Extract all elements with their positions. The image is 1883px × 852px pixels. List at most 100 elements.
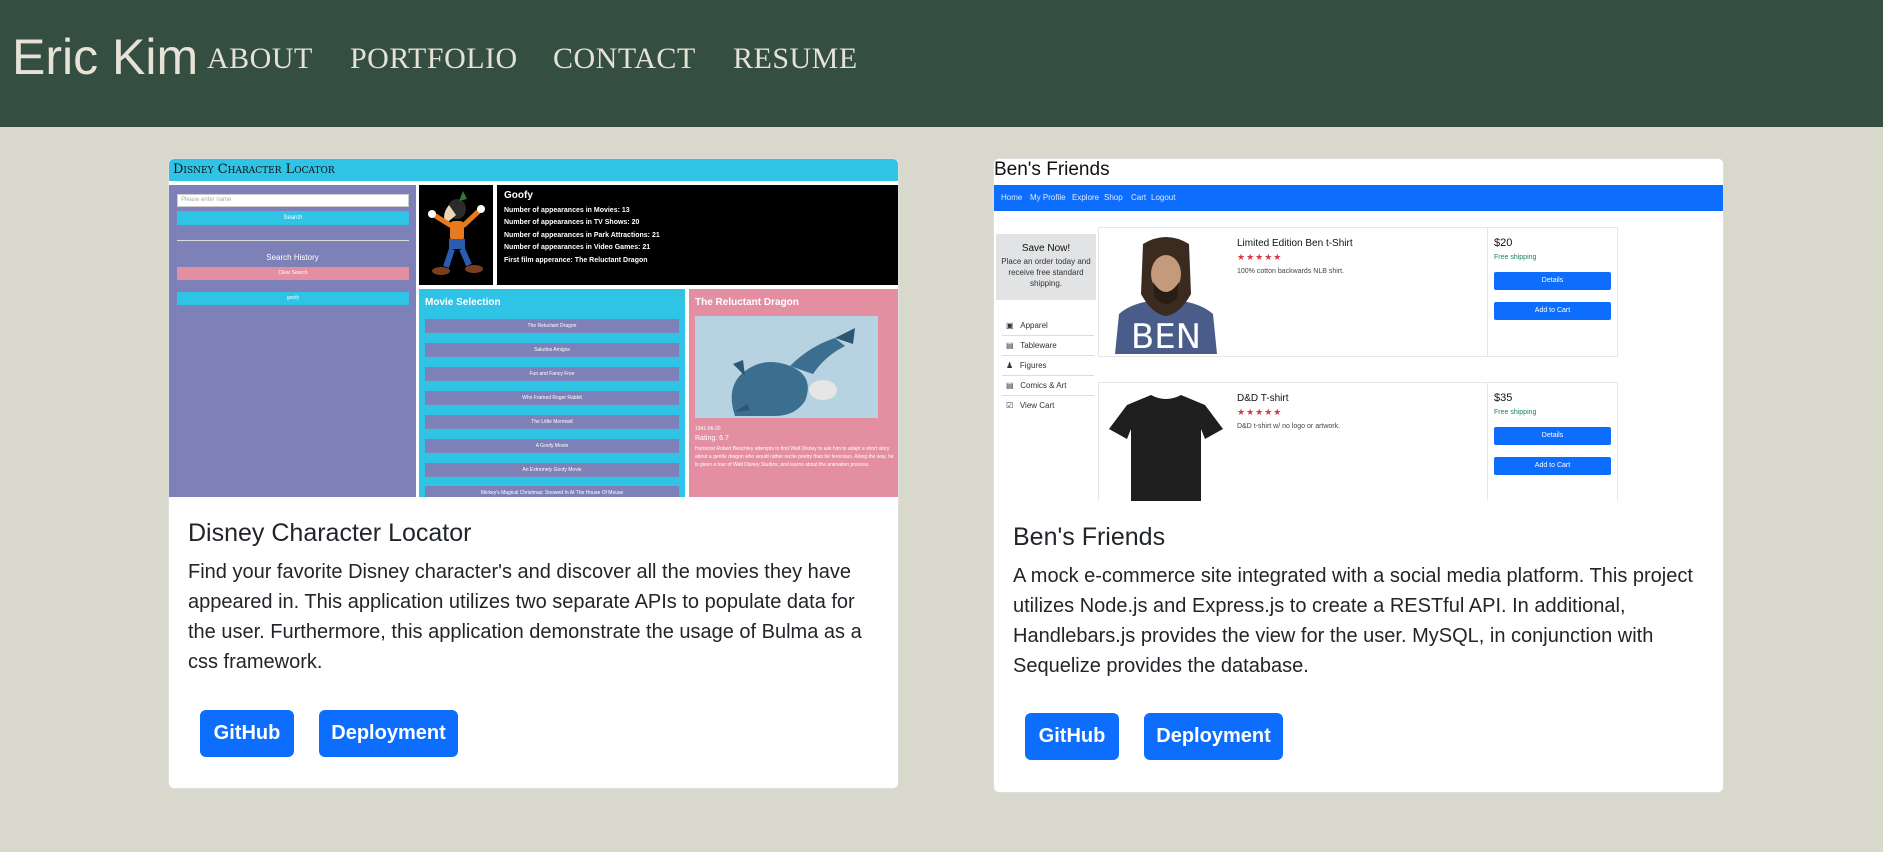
preview-search-button: Search [177, 211, 409, 225]
preview-category-comics: ▤ Comics & Art [1006, 381, 1066, 390]
preview-details-button: Details [1494, 272, 1611, 290]
brand-name[interactable]: Eric Kim [12, 28, 198, 86]
preview-movie-item: The Reluctant Dragon [425, 319, 679, 333]
nav-link-resume[interactable]: RESUME [733, 42, 858, 76]
preview-nav-item: My Profile [1030, 193, 1066, 202]
preview-add-to-cart-button: Add to Cart [1494, 457, 1611, 475]
preview-nav-item: Explore [1072, 193, 1100, 202]
preview-category-label: Apparel [1020, 321, 1048, 330]
preview-details-button: Details [1494, 427, 1611, 445]
preview-product-shipping: Free shipping [1494, 409, 1537, 416]
preview-clear-button: Clear Search [177, 267, 409, 280]
preview-site-nav: Home My Profile Explore Shop Cart Logout [994, 185, 1723, 211]
preview-movie-item: Who Framed Roger Rabbit [425, 391, 679, 405]
deployment-button[interactable]: Deployment [319, 710, 458, 757]
preview-promo-text: Place an order today and receive free st… [1001, 257, 1091, 288]
preview-character-name: Goofy [504, 190, 533, 201]
project-description: Find your favorite Disney character's an… [188, 561, 862, 673]
plate-icon: ▤ [1006, 341, 1021, 350]
project-card-disney: Disney Character Locator Please enter na… [168, 158, 899, 789]
preview-category-label: Comics & Art [1020, 381, 1067, 390]
preview-movie-synopsis: Humorist Robert Benchley attempts to fin… [695, 446, 894, 468]
figure-icon: ♟ [1006, 361, 1020, 370]
preview-movie-item: An Extremely Goofy Movie [425, 463, 679, 477]
preview-movie-selection-title: Movie Selection [425, 297, 501, 308]
preview-movie-item: The Little Mermaid [425, 415, 679, 429]
project-title: Disney Character Locator [188, 519, 472, 547]
preview-product-image: BEN [1105, 234, 1227, 354]
preview-stat: First film apperance: The Reluctant Drag… [504, 256, 648, 264]
preview-movie-detail-text: 1941-06-20 Rating: 6.7 Humorist Robert B… [695, 425, 895, 469]
preview-promo-title: Save Now! [1021, 243, 1071, 254]
preview-product-card: BEN Limited Edition Ben t-Shirt ★★★★★ 10… [1098, 227, 1618, 357]
preview-character-image [419, 185, 493, 285]
preview-nav-item: Shop [1104, 193, 1123, 202]
preview-site-title: Ben's Friends [994, 159, 1110, 180]
nav-link-portfolio[interactable]: PORTFOLIO [350, 42, 518, 76]
preview-stat: Number of appearances in Movies: 13 [504, 206, 630, 214]
preview-price-column: $35 Free shipping Details Add to Cart [1487, 383, 1618, 501]
dragon-illustration-icon [695, 316, 878, 418]
project-description: A mock e-commerce site integrated with a… [1013, 565, 1693, 677]
preview-app-title: Disney Character Locator [173, 162, 335, 177]
preview-movie-item: A Goofy Movie [425, 439, 679, 453]
preview-nav-item: Cart [1131, 193, 1147, 202]
preview-stat: Number of appearances in TV Shows: 20 [504, 219, 640, 226]
preview-app-header: Disney Character Locator [169, 159, 898, 181]
project-title: Ben's Friends [1013, 523, 1166, 551]
preview-stat: Number of appearances in Park Attraction… [504, 231, 660, 239]
preview-product-stars: ★★★★★ [1237, 407, 1283, 417]
ben-shirt-icon: BEN [1105, 234, 1227, 354]
preview-movie-date: 1941-06-20 [695, 426, 721, 432]
preview-movie-item: Saludos Amigos [425, 343, 679, 357]
preview-movie-rating: Rating: 6.7 [695, 435, 729, 442]
preview-search-history-label: Search History [266, 253, 319, 262]
black-tshirt-icon [1105, 389, 1227, 501]
deployment-button[interactable]: Deployment [1144, 713, 1283, 760]
preview-stat: Number of appearances in Video Games: 21 [504, 244, 651, 251]
cart-icon: ☑ [1006, 401, 1020, 410]
preview-movie-selection: Movie Selection The Reluctant Dragon Sal… [419, 289, 685, 497]
preview-category-label: Tableware [1020, 341, 1057, 350]
preview-product-name: D&D T-shirt [1237, 393, 1289, 404]
preview-nav-item: Home [1001, 193, 1023, 202]
preview-product-image [1105, 389, 1227, 501]
preview-product-shipping: Free shipping [1494, 254, 1537, 261]
nav-link-contact[interactable]: CONTACT [553, 42, 696, 76]
preview-product-price: $20 [1494, 237, 1513, 249]
project-screenshot-bens-friends: Ben's Friends Home My Profile Explore Sh… [994, 159, 1723, 501]
preview-divider [1002, 395, 1094, 396]
preview-divider [1002, 375, 1094, 376]
preview-category-tableware: ▤ Tableware [1006, 341, 1057, 350]
nav-link-about[interactable]: ABOUT [207, 42, 313, 76]
preview-movie-poster [695, 316, 878, 418]
preview-product-desc: D&D t-shirt w/ no logo or artwork. [1237, 423, 1341, 430]
preview-history-item: goofy [177, 292, 409, 305]
preview-category-label: Figures [1019, 361, 1047, 370]
preview-product-desc: 100% cotton backwards NLB shirt. [1237, 268, 1344, 275]
preview-movie-detail: The Reluctant Dragon 1941-06-20 Rating: … [689, 289, 898, 497]
preview-nav-item: Logout [1151, 193, 1176, 202]
preview-divider [1002, 355, 1094, 356]
preview-category-figures: ♟ Figures [1006, 361, 1047, 370]
preview-character-info: Goofy Number of appearances in Movies: 1… [497, 185, 898, 285]
preview-product-price: $35 [1494, 392, 1513, 404]
shirt-icon: ▣ [1006, 321, 1021, 330]
project-card-bens-friends: Ben's Friends Home My Profile Explore Sh… [993, 158, 1724, 793]
goofy-illustration-icon [428, 191, 485, 275]
preview-add-to-cart-button: Add to Cart [1494, 302, 1611, 320]
preview-product-stars: ★★★★★ [1237, 252, 1283, 262]
book-icon: ▤ [1006, 381, 1021, 390]
preview-movie-item: Mickey's Magical Christmas: Snowed In At… [425, 486, 679, 497]
github-button[interactable]: GitHub [1025, 713, 1119, 760]
preview-price-column: $20 Free shipping Details Add to Cart [1487, 228, 1618, 356]
preview-divider [177, 240, 409, 241]
preview-category-cart: ☑ View Cart [1006, 401, 1054, 410]
preview-category-label: View Cart [1019, 401, 1055, 410]
project-screenshot-disney: Disney Character Locator Please enter na… [169, 159, 898, 497]
preview-movie-item: Fun and Fancy Free [425, 367, 679, 381]
preview-category-apparel: ▣ Apparel [1006, 321, 1048, 330]
github-button[interactable]: GitHub [200, 710, 294, 757]
preview-promo-box: Save Now! Place an order today and recei… [996, 234, 1096, 300]
preview-product-name: Limited Edition Ben t-Shirt [1237, 238, 1353, 249]
